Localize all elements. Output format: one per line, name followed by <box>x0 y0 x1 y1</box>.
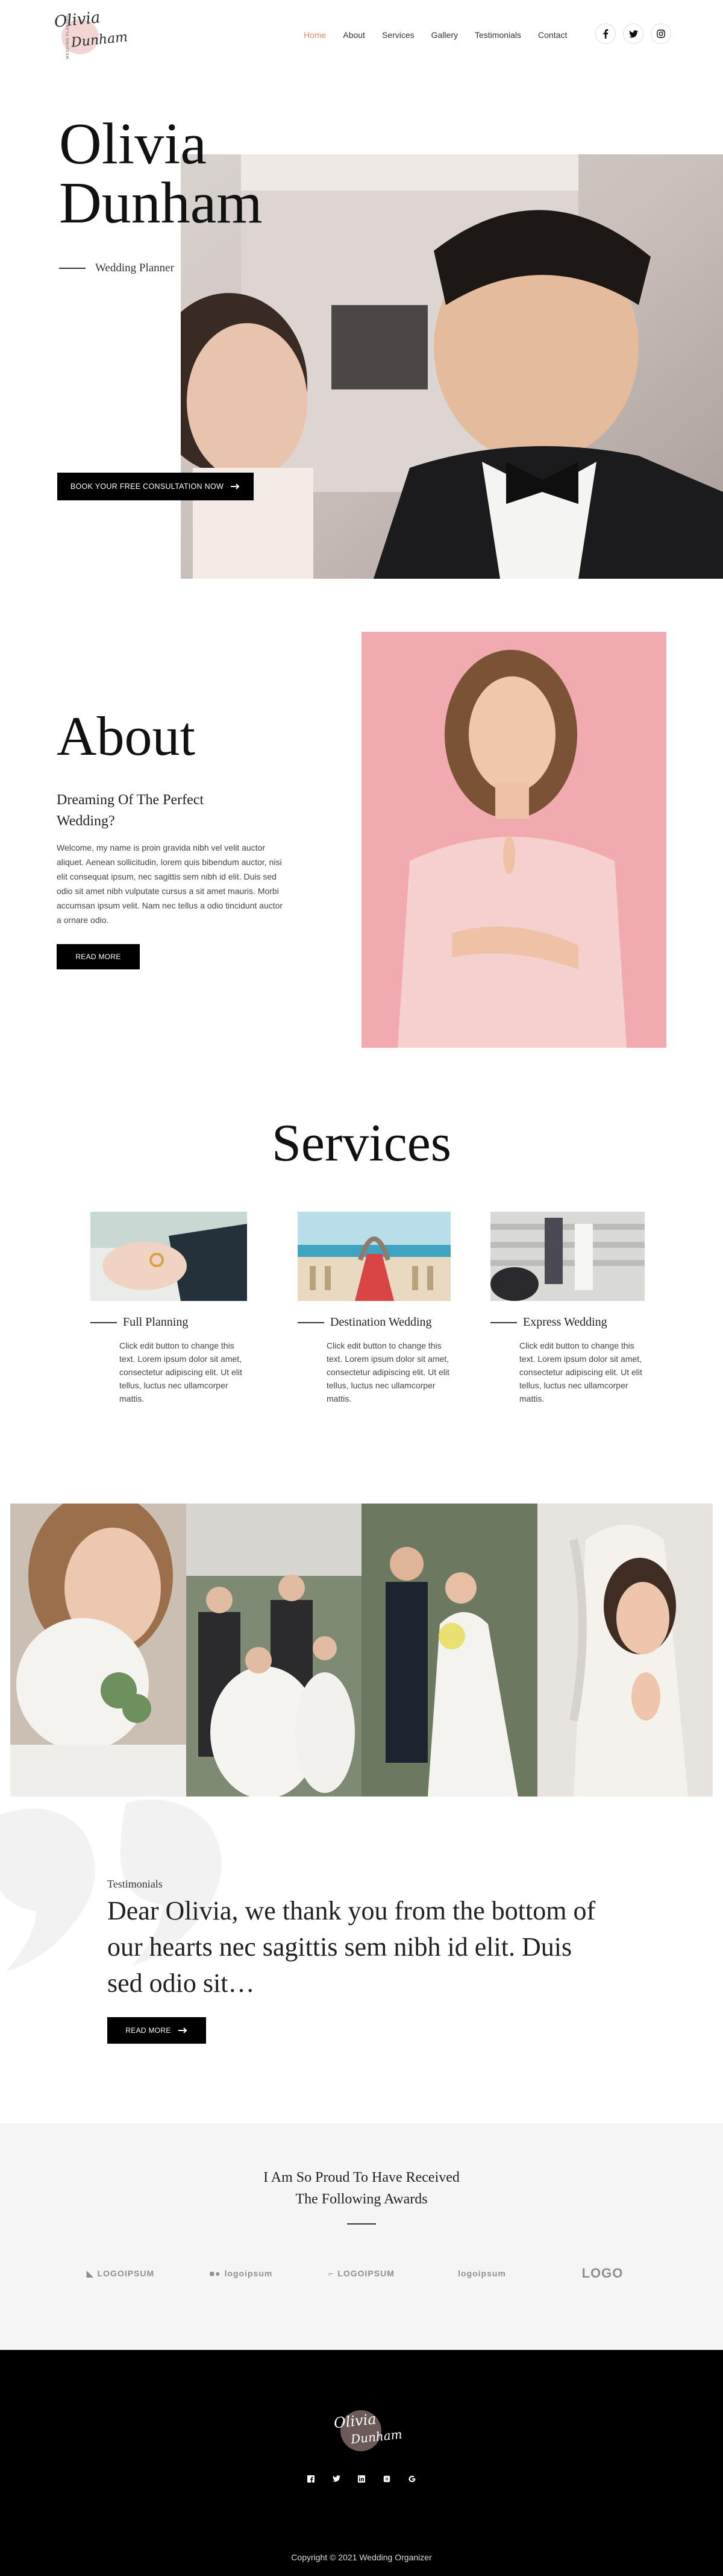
google-icon[interactable] <box>399 2475 425 2483</box>
logo-text-1: Olivia <box>53 8 101 31</box>
gallery-image-bouquet[interactable] <box>10 1504 186 1797</box>
service-text: Click edit button to change this text. L… <box>327 1341 449 1403</box>
gallery-image-children[interactable] <box>186 1504 362 1797</box>
nav-home[interactable]: Home <box>304 29 326 41</box>
facebook-icon[interactable] <box>298 2475 324 2483</box>
social-links <box>588 24 671 44</box>
hero-title-line2: Dunham <box>59 171 263 236</box>
brand-logo[interactable]: Olivia Dunham WEDDING PLANNER <box>49 6 129 66</box>
services-title: Services <box>271 1114 452 1173</box>
site-footer: Olivia Dunham Copyright © 2021 Wedding O… <box>0 2350 723 2576</box>
awards-title-line2: The Following Awards <box>295 2191 428 2207</box>
awards-title-line1: I Am So Proud To Have Received <box>263 2170 460 2185</box>
nav-services[interactable]: Services <box>382 29 415 41</box>
divider-line <box>90 1321 117 1323</box>
copyright: Copyright © 2021 Wedding Organizer <box>291 2552 432 2562</box>
hero-subtitle-text: Wedding Planner <box>95 262 174 274</box>
service-text: Click edit button to change this text. L… <box>519 1341 642 1403</box>
hero-subtitle: Wedding Planner <box>59 262 174 275</box>
instagram-icon[interactable] <box>651 24 671 44</box>
service-caption: Full Planning <box>90 1315 247 1329</box>
testimonial-read-more-label: READ MORE <box>125 2026 171 2035</box>
gallery-image-veil[interactable] <box>537 1504 713 1797</box>
service-card: Full Planning Click edit button to chang… <box>90 1212 247 1405</box>
hero-title: Olivia Dunham <box>59 115 263 233</box>
nav-contact[interactable]: Contact <box>538 29 567 41</box>
footer-social-links <box>0 2475 723 2483</box>
award-logo: LOGO <box>581 2266 624 2281</box>
award-logo: ◣ LOGOIPSUM <box>86 2268 155 2279</box>
nav-gallery[interactable]: Gallery <box>431 29 458 41</box>
service-name: Destination Wedding <box>330 1315 432 1329</box>
site-header: Olivia Dunham WEDDING PLANNER Home About… <box>0 0 723 72</box>
gallery <box>10 1504 713 1797</box>
service-name: Express Wedding <box>523 1315 607 1329</box>
about-read-more-button[interactable]: READ MORE <box>57 944 140 969</box>
about-read-more-label: READ MORE <box>75 953 121 961</box>
nav-testimonials[interactable]: Testimonials <box>475 29 521 41</box>
facebook-icon[interactable] <box>595 24 616 44</box>
award-logos: ◣ LOGOIPSUM ■● logoipsum ⌐ LOGOIPSUM logoip… <box>0 2266 723 2281</box>
consultation-button-label: BOOK YOUR FREE CONSULTATION NOW <box>70 482 224 491</box>
awards-section: I Am So Proud To Have Received The Follo… <box>0 2123 723 2350</box>
footer-logo[interactable]: Olivia Dunham <box>328 2396 403 2462</box>
service-image-rings <box>90 1212 247 1301</box>
award-logo: logoipsum <box>458 2269 506 2278</box>
arrow-right-icon <box>178 2027 187 2033</box>
service-image-express <box>490 1212 645 1301</box>
twitter-icon[interactable] <box>324 2475 349 2483</box>
service-name: Full Planning <box>123 1315 189 1329</box>
logo-vertical-text: WEDDING PLANNER <box>66 14 70 60</box>
award-logo: ■● logoipsum <box>209 2269 273 2278</box>
service-caption: Destination Wedding <box>298 1315 451 1329</box>
arrow-right-icon <box>231 483 240 490</box>
service-text: Click edit button to change this text. L… <box>119 1341 242 1403</box>
hero-title-line1: Olivia <box>59 112 207 177</box>
service-image-destination <box>298 1212 451 1301</box>
nav-about[interactable]: About <box>343 29 365 41</box>
testimonials-label: Testimonials <box>107 1878 163 1890</box>
linkedin-icon[interactable] <box>349 2475 374 2483</box>
service-card: Express Wedding Click edit button to cha… <box>490 1212 645 1405</box>
divider-line <box>59 268 86 269</box>
service-card: Destination Wedding Click edit button to… <box>298 1212 451 1405</box>
testimonial-quote: Dear Olivia, we thank you from the botto… <box>107 1896 596 1998</box>
award-logo: ⌐ LOGOIPSUM <box>328 2269 395 2278</box>
about-text: Welcome, my name is proin gravida nibh v… <box>57 843 283 925</box>
about-subtitle: Dreaming Of The Perfect Wedding? <box>57 792 204 829</box>
gallery-image-couple[interactable] <box>362 1504 537 1797</box>
twitter-icon[interactable] <box>623 24 643 44</box>
about-portrait-image <box>362 632 666 1048</box>
service-caption: Express Wedding <box>490 1315 645 1329</box>
main-nav: Home About Services Gallery Testimonials… <box>304 29 584 41</box>
about-title: About <box>57 705 195 767</box>
divider-line <box>490 1321 517 1323</box>
testimonial-read-more-button[interactable]: READ MORE <box>107 2017 206 2044</box>
instagram-icon[interactable] <box>374 2475 399 2483</box>
consultation-button[interactable]: BOOK YOUR FREE CONSULTATION NOW <box>57 473 254 500</box>
divider-line <box>298 1321 324 1323</box>
divider-line <box>347 2223 376 2225</box>
awards-title: I Am So Proud To Have Received The Follo… <box>0 2167 723 2210</box>
